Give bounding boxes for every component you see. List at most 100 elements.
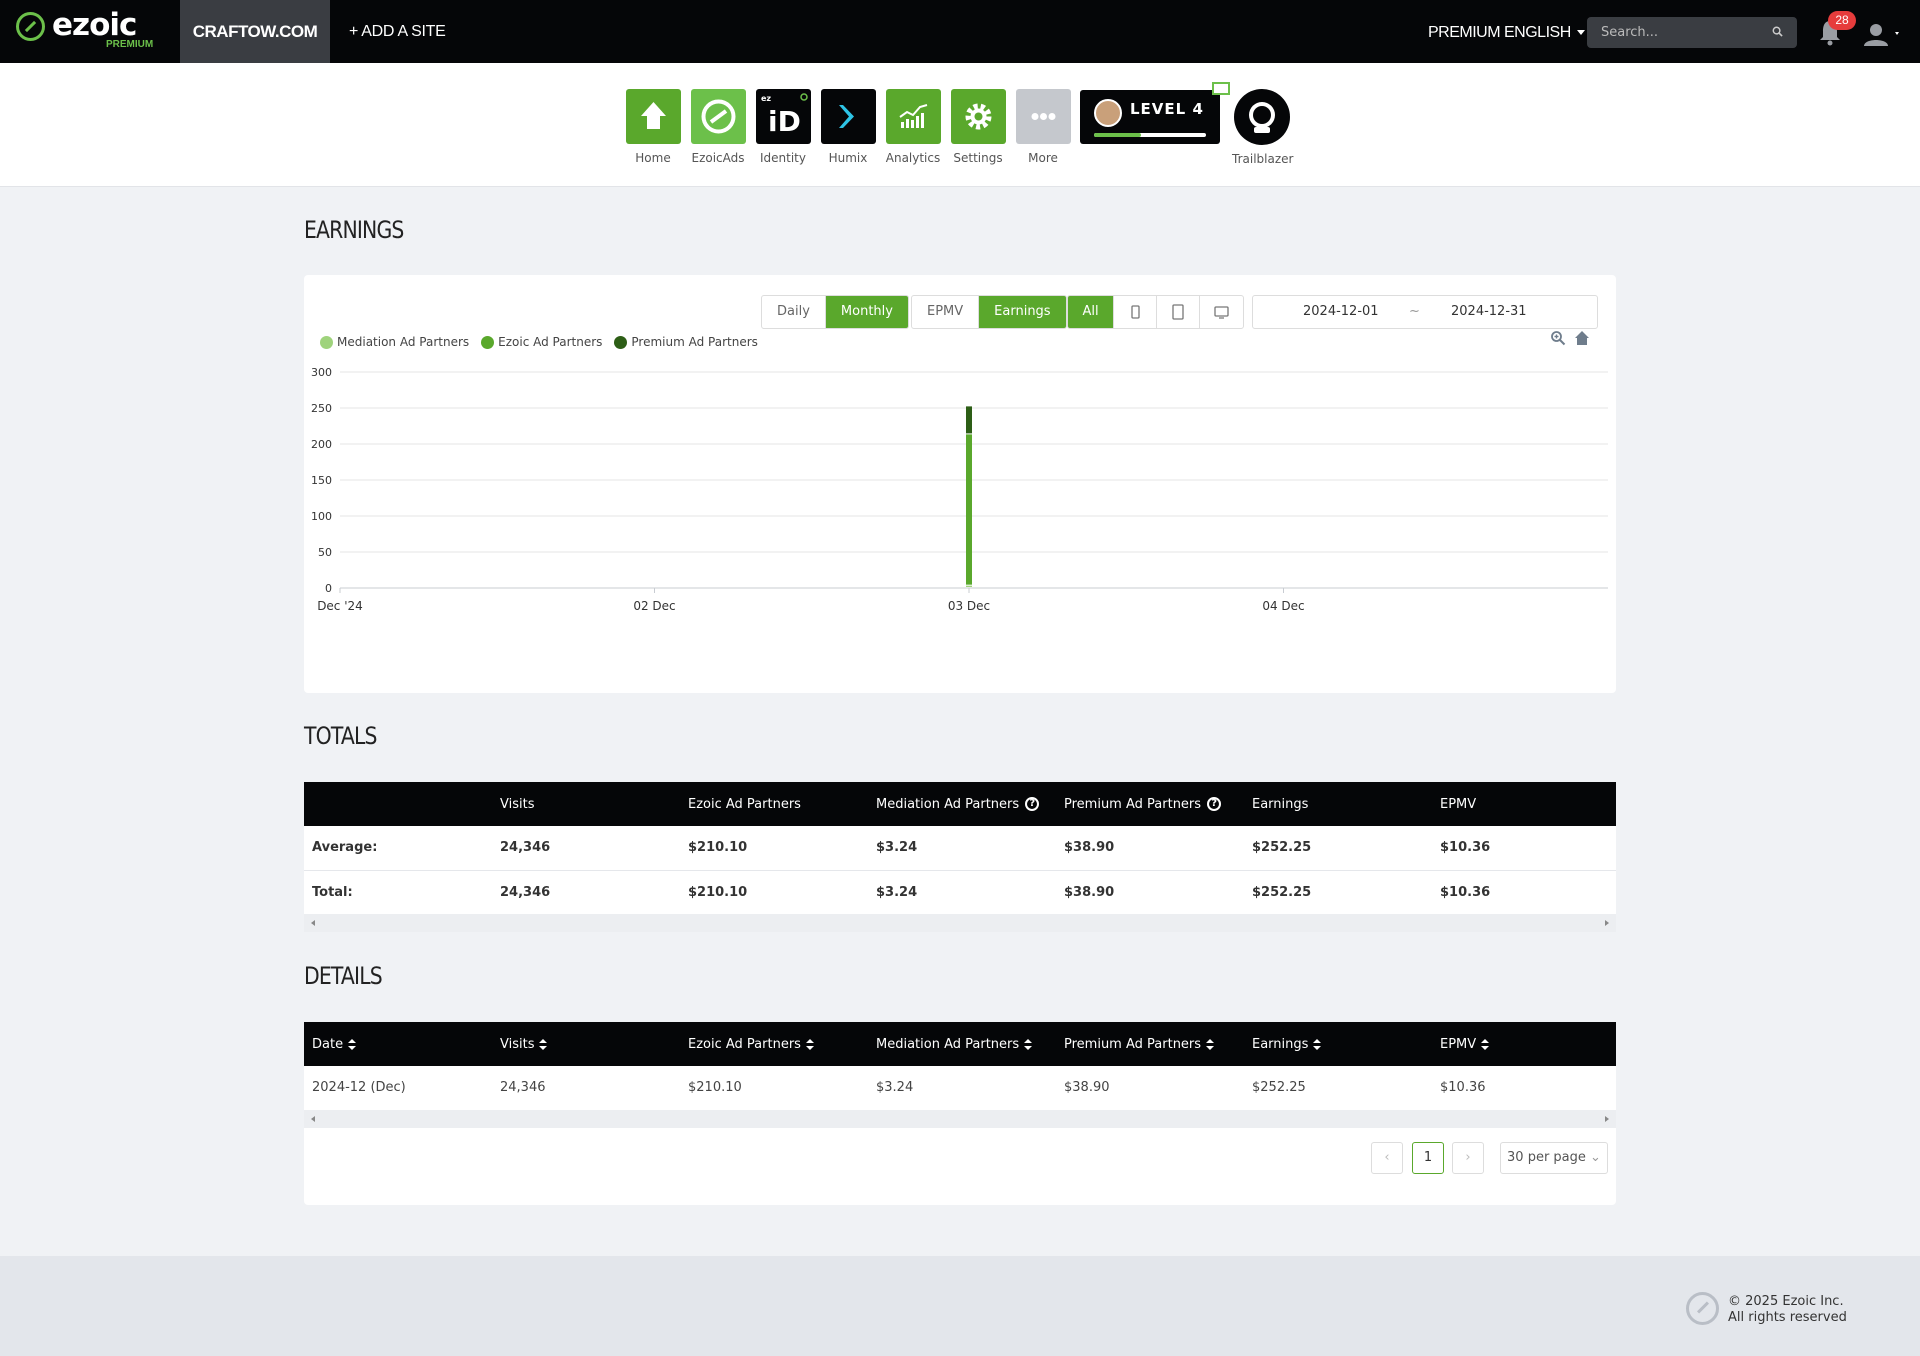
language-dropdown[interactable]: ENGLISH [1504, 0, 1585, 65]
tablet-button[interactable] [1157, 296, 1200, 328]
next-page-button[interactable]: › [1452, 1142, 1484, 1174]
app-analytics[interactable]: Analytics [883, 89, 943, 165]
header-label: Visits [500, 1036, 535, 1052]
gear-icon [950, 89, 1006, 144]
app-label: EzoicAds [691, 151, 745, 165]
table-cell: Average: [304, 826, 492, 871]
y-tick-label: 300 [311, 366, 332, 379]
totals-header-premium: Premium Ad Partners ? [1056, 782, 1244, 826]
reset-zoom-home-icon[interactable] [1574, 330, 1590, 346]
totals-header-mediation: Mediation Ad Partners ? [868, 782, 1056, 826]
rights-line: All rights reserved [1728, 1310, 1847, 1325]
sort-icon [1206, 1038, 1215, 1050]
earnings-button[interactable]: Earnings [979, 296, 1066, 328]
avatar [1094, 99, 1122, 127]
sort-header-ezoic[interactable]: Ezoic Ad Partners [680, 1022, 868, 1066]
scroll-right-icon[interactable] [1605, 1116, 1609, 1122]
ezoic-logo[interactable]: ezoic PREMIUM [14, 7, 164, 53]
totals-header: Ezoic Ad Partners [680, 782, 868, 826]
per-page-select[interactable]: 30 per page ⌄ [1500, 1142, 1608, 1174]
page-button-current[interactable]: 1 [1412, 1142, 1444, 1174]
monthly-button[interactable]: Monthly [825, 296, 908, 328]
site-selector[interactable]: CRAFTOW.COM [180, 0, 330, 63]
scroll-right-icon[interactable] [1605, 920, 1609, 926]
analytics-icon [885, 89, 941, 144]
trailblazer-label: Trailblazer [1232, 152, 1294, 166]
level-progress-fill [1094, 133, 1142, 137]
mobile-icon [1131, 305, 1140, 319]
table-row: 2024-12 (Dec) 24,346 $210.10 $3.24 $38.9… [304, 1066, 1616, 1111]
ezoicads-icon [690, 89, 746, 144]
x-tick-label: 03 Dec [948, 599, 990, 613]
sort-header-epmv[interactable]: EPMV [1432, 1022, 1616, 1066]
period-toggle: Daily Monthly [761, 295, 909, 329]
table-cell: $252.25 [1244, 1066, 1432, 1111]
logo-text: ezoic [52, 7, 137, 43]
details-card: Date Visits Ezoic Ad Partners Mediation … [304, 1022, 1616, 1205]
sort-header-mediation[interactable]: Mediation Ad Partners [868, 1022, 1056, 1066]
legend-item-mediation[interactable]: Mediation Ad Partners [320, 335, 469, 349]
app-label: Settings [953, 151, 1003, 165]
legend-dot [481, 335, 495, 349]
mail-icon[interactable] [1212, 82, 1230, 95]
app-humix[interactable]: Humix [818, 89, 878, 165]
legend-item-ezoic[interactable]: Ezoic Ad Partners [481, 335, 602, 349]
legend-item-premium[interactable]: Premium Ad Partners [614, 335, 758, 349]
caret-down-icon [1576, 30, 1585, 36]
daily-button[interactable]: Daily [762, 296, 826, 328]
scroll-left-icon[interactable] [311, 1116, 315, 1122]
app-home[interactable]: Home [623, 89, 683, 165]
help-icon[interactable]: ? [1025, 797, 1040, 811]
all-devices-button[interactable]: All [1068, 296, 1114, 328]
date-from[interactable]: 2024-12-01 [1303, 304, 1379, 319]
user-menu-icon[interactable] [1862, 22, 1902, 46]
astronaut-icon [1234, 89, 1290, 145]
help-icon[interactable]: ? [1207, 797, 1222, 811]
earnings-chart: 0 50 100 150 200 250 300 Dec '24 02 Dec 03 Dec 04 … [311, 366, 1608, 613]
sort-icon [348, 1038, 357, 1050]
sort-icon [1481, 1038, 1490, 1050]
sort-icon [539, 1038, 548, 1050]
table-row: Total: 24,346 $210.10 $3.24 $38.90 $252.… [304, 870, 1616, 915]
add-site-link[interactable]: + ADD A SITE [349, 0, 446, 63]
sort-header-earnings[interactable]: Earnings [1244, 1022, 1432, 1066]
mobile-button[interactable] [1114, 296, 1157, 328]
scroll-left-icon[interactable] [311, 920, 315, 926]
app-trailblazer[interactable]: Trailblazer [1232, 89, 1294, 166]
table-cell: 24,346 [492, 826, 680, 871]
level-progress-bar [1094, 133, 1206, 137]
header-label: Premium Ad Partners [1064, 796, 1202, 812]
legend-label: Mediation Ad Partners [337, 335, 470, 349]
search-icon[interactable] [1772, 26, 1783, 37]
level-text: LEVEL 4 [1130, 100, 1204, 118]
sort-header-premium[interactable]: Premium Ad Partners [1056, 1022, 1244, 1066]
sort-header-date[interactable]: Date [304, 1022, 492, 1066]
footer-copyright: © 2025 Ezoic Inc. All rights reserved [1728, 1294, 1847, 1326]
bar-segment [966, 406, 972, 434]
per-page-label: 30 per page [1507, 1150, 1586, 1165]
earnings-card: Daily Monthly EPMV Earnings All 2024-12-… [304, 275, 1616, 693]
humix-icon [820, 89, 876, 144]
zoom-icon[interactable] [1550, 330, 1566, 346]
app-more[interactable]: More [1013, 89, 1073, 165]
table-cell: 24,346 [492, 870, 680, 915]
app-ezoicads[interactable]: EzoicAds [688, 89, 748, 165]
sort-header-visits[interactable]: Visits [492, 1022, 680, 1066]
table-cell: Total: [304, 870, 492, 915]
desktop-button[interactable] [1200, 296, 1243, 328]
date-range-picker[interactable]: 2024-12-01 ~ 2024-12-31 [1252, 295, 1598, 329]
app-identity[interactable]: ez iD Identity [753, 89, 813, 165]
x-tick-label: 04 Dec [1262, 599, 1304, 613]
chart-legend: Mediation Ad Partners Ezoic Ad Partners … [320, 335, 770, 349]
premium-link[interactable]: PREMIUM [1428, 0, 1501, 65]
level-badge[interactable]: LEVEL 4 [1080, 82, 1230, 144]
epmv-button[interactable]: EPMV [912, 296, 980, 328]
horizontal-scrollbar[interactable] [304, 914, 1616, 932]
table-cell: $10.36 [1432, 826, 1616, 871]
prev-page-button[interactable]: ‹ [1371, 1142, 1403, 1174]
header-label: EPMV [1440, 1036, 1477, 1052]
search-input[interactable] [1587, 17, 1767, 48]
header-label: Mediation Ad Partners [876, 1036, 1020, 1052]
app-settings[interactable]: Settings [948, 89, 1008, 165]
date-to[interactable]: 2024-12-31 [1451, 304, 1527, 319]
